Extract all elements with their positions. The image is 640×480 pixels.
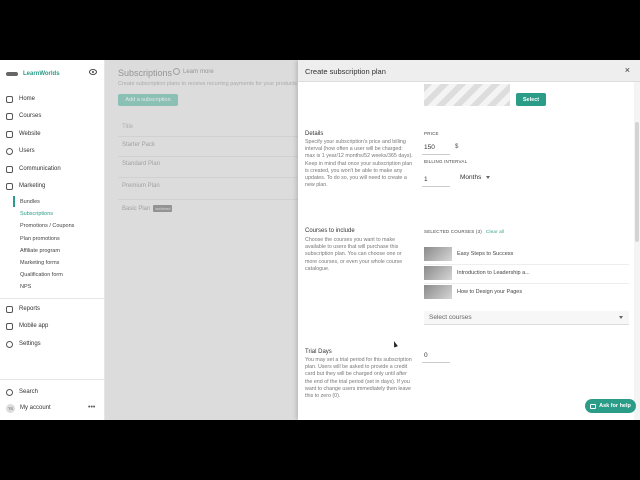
row-divider — [424, 264, 629, 265]
list-item: Easy Steps to Success — [424, 247, 513, 261]
close-icon[interactable]: × — [625, 65, 630, 75]
sub-bundles[interactable]: Bundles — [20, 197, 40, 207]
nav-home[interactable]: Home — [6, 93, 35, 105]
course-thumbnail — [424, 266, 452, 280]
list-item: Introduction to Leadership a... — [424, 266, 530, 280]
price-label: PRICE — [424, 131, 439, 136]
billing-period-select[interactable]: Months — [460, 174, 491, 181]
details-text: Specify your subscription's price and bi… — [305, 139, 413, 189]
sub-affiliate[interactable]: Affiliate program — [20, 246, 60, 256]
panel-header: Create subscription plan × — [298, 60, 640, 82]
selected-courses-label: SELECTED COURSES (3) Clear all — [424, 229, 505, 234]
marketing-icon — [6, 182, 13, 190]
reports-icon — [6, 305, 13, 313]
courses-heading: Courses to include — [305, 228, 355, 234]
course-thumbnail — [424, 285, 452, 299]
billing-label: BILLING INTERVAL — [424, 159, 468, 164]
nav-search[interactable]: Search — [6, 386, 38, 398]
divider — [0, 298, 105, 299]
logo-icon — [6, 72, 18, 76]
billing-underline — [422, 186, 450, 187]
divider — [0, 379, 105, 380]
trial-days-input[interactable]: 0 — [424, 352, 428, 359]
home-icon — [6, 95, 13, 103]
chevron-down-icon — [619, 316, 623, 319]
mobile-icon — [6, 322, 13, 330]
sub-plan-promotions[interactable]: Plan promotions — [20, 234, 60, 244]
sub-nps[interactable]: NPS — [20, 282, 31, 292]
more-icon[interactable]: ••• — [88, 404, 95, 411]
avatar: TS — [6, 403, 15, 413]
price-underline — [422, 154, 450, 155]
sub-marketing-forms[interactable]: Marketing forms — [20, 258, 59, 268]
active-indicator — [13, 196, 15, 207]
list-item: How to Design your Pages — [424, 285, 522, 299]
nav-courses[interactable]: Courses — [6, 110, 41, 122]
create-subscription-panel: Create subscription plan × Select Detail… — [298, 60, 640, 420]
nav-account[interactable]: TS My account — [6, 402, 51, 414]
nav-mobile-app[interactable]: Mobile app — [6, 320, 48, 332]
select-image-button[interactable]: Select — [516, 93, 546, 106]
app-screen: LearnWorlds Home Courses Website Users C… — [0, 60, 640, 420]
courses-icon — [6, 112, 13, 120]
trial-heading: Trial Days — [305, 349, 332, 355]
nav-website[interactable]: Website — [6, 128, 41, 140]
sub-promotions[interactable]: Promotions / Coupons — [20, 221, 74, 231]
row-divider — [424, 283, 629, 284]
course-thumbnail — [424, 247, 452, 261]
brand[interactable]: LearnWorlds — [6, 68, 101, 80]
communication-icon — [6, 165, 13, 173]
search-icon — [6, 388, 13, 396]
sub-qualification[interactable]: Qualification form — [20, 270, 63, 280]
sub-subscriptions[interactable]: Subscriptions — [20, 209, 53, 219]
select-courses-dropdown[interactable]: Select courses — [424, 311, 629, 325]
nav-reports[interactable]: Reports — [6, 303, 40, 315]
eye-icon[interactable] — [89, 69, 97, 75]
price-input[interactable]: 150 — [424, 144, 435, 151]
nav-settings[interactable]: Settings — [6, 338, 41, 350]
chevron-down-icon — [486, 176, 491, 179]
nav-users[interactable]: Users — [6, 145, 35, 157]
nav-marketing[interactable]: Marketing — [6, 180, 45, 192]
courses-text: Choose the courses you want to make avai… — [305, 237, 403, 272]
panel-title: Create subscription plan — [305, 67, 386, 76]
scrollbar-thumb[interactable] — [635, 122, 639, 242]
website-icon — [6, 130, 13, 138]
trial-underline — [422, 362, 450, 363]
mouse-cursor-icon — [392, 340, 398, 348]
ask-for-help-button[interactable]: Ask for help — [585, 399, 636, 413]
clear-all-link[interactable]: Clear all — [486, 229, 504, 234]
brand-name: LearnWorlds — [23, 71, 60, 77]
trial-text: You may set a trial period for this subs… — [305, 357, 412, 400]
chat-icon — [590, 403, 597, 409]
users-icon — [6, 147, 13, 155]
billing-interval-input[interactable]: 1 — [424, 176, 428, 183]
nav-communication[interactable]: Communication — [6, 163, 61, 175]
details-heading: Details — [305, 131, 324, 137]
gear-icon — [6, 340, 13, 348]
price-unit: $ — [455, 144, 459, 150]
sidebar: LearnWorlds Home Courses Website Users C… — [0, 60, 105, 420]
image-placeholder — [424, 84, 510, 106]
